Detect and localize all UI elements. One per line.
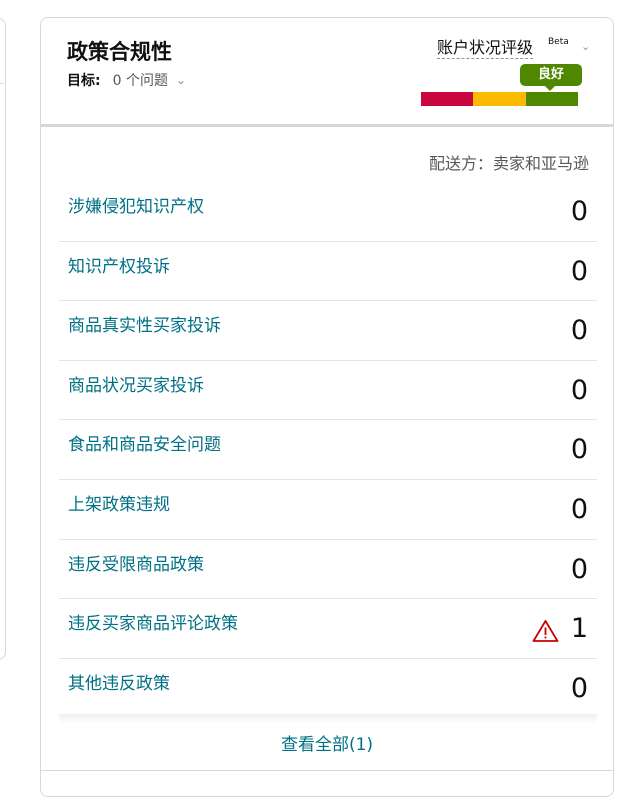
chevron-down-icon[interactable]: ⌄ bbox=[581, 40, 590, 53]
policy-link[interactable]: 食品和商品安全问题 bbox=[68, 430, 221, 455]
left-card-divider bbox=[0, 83, 4, 84]
table-row: 商品状况买家投诉 0 bbox=[59, 361, 597, 421]
account-health-rating-link[interactable]: 账户状况评级 bbox=[437, 38, 534, 59]
card-title: 政策合规性 bbox=[67, 40, 172, 64]
card-header: 政策合规性 目标: 0 个问题 ⌄ 账户状况评级 Beta ⌄ 良好 bbox=[41, 18, 613, 127]
policy-link[interactable]: 商品真实性买家投诉 bbox=[68, 311, 221, 336]
policy-link[interactable]: 涉嫌侵犯知识产权 bbox=[68, 192, 204, 217]
view-all-link[interactable]: 查看全部(1) bbox=[41, 730, 613, 755]
policy-count: 0 bbox=[570, 493, 588, 525]
table-row: 上架政策违规 0 bbox=[59, 480, 597, 540]
target-dropdown[interactable]: 目标: 0 个问题 ⌄ bbox=[67, 70, 186, 90]
left-adjacent-card bbox=[0, 18, 6, 660]
policy-link[interactable]: 违反买家商品评论政策 bbox=[68, 609, 238, 634]
policy-count: 1 bbox=[570, 613, 588, 645]
table-row: 其他违反政策 0 bbox=[59, 659, 597, 718]
table-row: 违反受限商品政策 0 bbox=[59, 540, 597, 600]
footer-divider bbox=[41, 770, 613, 771]
list-fade bbox=[59, 714, 597, 724]
warning-icon bbox=[532, 620, 559, 643]
delivered-by-label: 配送方：卖家和亚马逊 bbox=[428, 154, 589, 173]
table-row: 食品和商品安全问题 0 bbox=[59, 420, 597, 480]
policy-compliance-card: 政策合规性 目标: 0 个问题 ⌄ 账户状况评级 Beta ⌄ 良好 配送方：卖… bbox=[40, 17, 614, 797]
target-label: 目标: bbox=[67, 73, 101, 89]
policy-count: 0 bbox=[570, 374, 588, 406]
policy-count: 0 bbox=[570, 196, 588, 227]
table-row: 涉嫌侵犯知识产权 0 bbox=[59, 182, 597, 242]
policy-link[interactable]: 知识产权投诉 bbox=[68, 252, 170, 277]
table-row: 商品真实性买家投诉 0 bbox=[59, 301, 597, 361]
policy-count: 0 bbox=[570, 553, 588, 585]
table-row: 知识产权投诉 0 bbox=[59, 242, 597, 302]
policy-link[interactable]: 上架政策违规 bbox=[68, 490, 170, 515]
health-segment-green bbox=[526, 92, 578, 106]
table-row: 违反买家商品评论政策 1 bbox=[59, 599, 597, 659]
policy-count: 0 bbox=[570, 255, 588, 287]
policy-count: 0 bbox=[570, 672, 588, 704]
rating-indicator-arrow bbox=[545, 86, 555, 91]
policy-list: 涉嫌侵犯知识产权 0 知识产权投诉 0 商品真实性买家投诉 0 商品状况买家投诉… bbox=[59, 182, 597, 717]
beta-badge: Beta bbox=[548, 37, 569, 47]
policy-count: 0 bbox=[570, 434, 588, 466]
chevron-down-icon: ⌄ bbox=[175, 73, 187, 87]
target-value: 0 个问题 bbox=[112, 73, 168, 89]
policy-count: 0 bbox=[570, 315, 588, 347]
rating-status-badge: 良好 bbox=[520, 64, 582, 86]
policy-link[interactable]: 其他违反政策 bbox=[68, 669, 170, 694]
health-segment-yellow bbox=[473, 92, 526, 106]
policy-link[interactable]: 违反受限商品政策 bbox=[68, 550, 204, 575]
policy-link[interactable]: 商品状况买家投诉 bbox=[68, 371, 204, 396]
health-segment-red bbox=[421, 92, 473, 106]
health-rating-bar bbox=[421, 92, 578, 106]
